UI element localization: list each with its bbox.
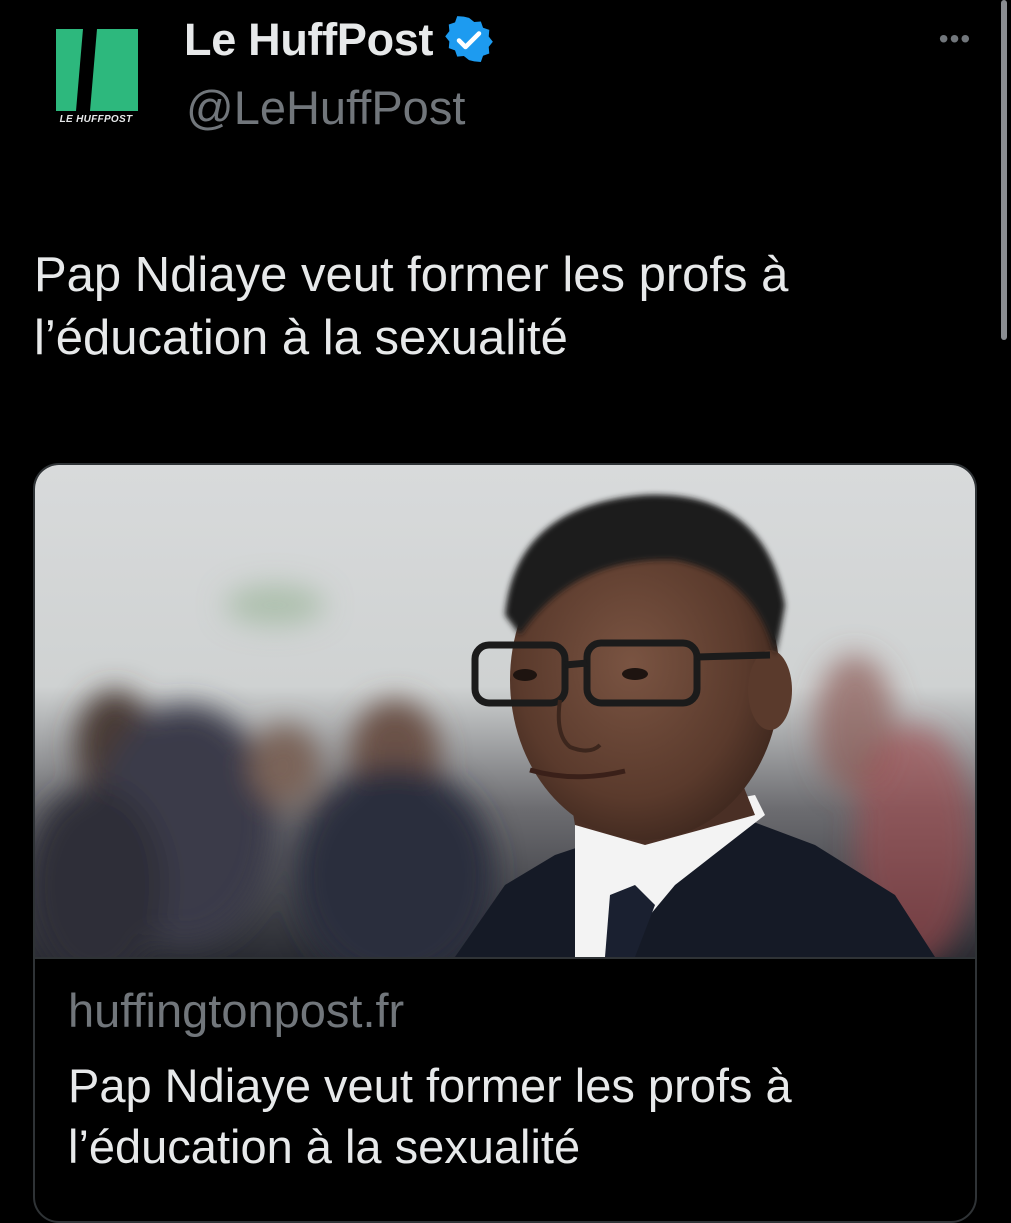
display-name[interactable]: Le HuffPost [184, 14, 434, 66]
account-handle[interactable]: @LeHuffPost [186, 80, 465, 135]
card-footer[interactable]: huffingtonpost.fr Pap Ndiaye veut former… [35, 957, 975, 1221]
scrollbar[interactable] [1001, 0, 1007, 340]
verified-badge-icon [445, 16, 494, 62]
more-icon[interactable]: ••• [932, 25, 978, 53]
card-image[interactable] [35, 465, 975, 957]
avatar[interactable]: LE HUFFPOST [46, 20, 146, 130]
portrait-photo [35, 465, 975, 957]
link-card[interactable]: huffingtonpost.fr Pap Ndiaye veut former… [33, 463, 977, 1223]
card-title: Pap Ndiaye veut former les profs à l’édu… [68, 1059, 792, 1173]
card-domain: huffingtonpost.fr [68, 984, 405, 1037]
logo-text: LE HUFFPOST [59, 114, 133, 125]
tweet-text: Pap Ndiaye veut former les profs à l’édu… [34, 248, 789, 365]
account-name-row: Le HuffPost [184, 10, 494, 70]
